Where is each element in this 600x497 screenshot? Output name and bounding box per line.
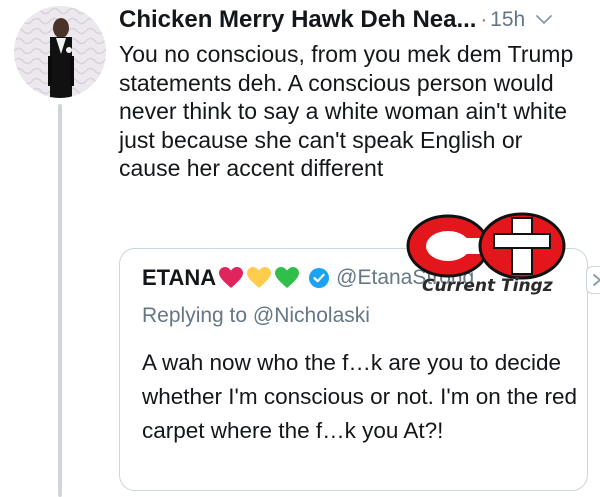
verified-badge-icon bbox=[308, 267, 330, 289]
emoji-hearts bbox=[218, 266, 302, 290]
separator-dot: · bbox=[480, 8, 488, 31]
avatar-image bbox=[14, 6, 106, 98]
chevron-down-icon[interactable] bbox=[535, 14, 553, 26]
quoted-display-name: ETANA bbox=[142, 265, 217, 290]
heart-icon bbox=[275, 267, 300, 288]
thread-line bbox=[58, 104, 62, 497]
watermark-label: Current Tingz bbox=[422, 276, 553, 296]
avatar[interactable] bbox=[14, 6, 106, 98]
timestamp[interactable]: 15h bbox=[490, 8, 525, 32]
heart-icon bbox=[219, 267, 244, 288]
watermark-logo: Current Tingz bbox=[404, 206, 574, 306]
heart-icon bbox=[247, 267, 272, 288]
tweet-text: You no conscious, from you mek dem Trump… bbox=[119, 41, 574, 181]
display-name[interactable]: Chicken Merry Hawk Deh Nea... bbox=[119, 6, 476, 34]
tweet-header: Chicken Merry Hawk Deh Nea... · 15h bbox=[119, 4, 590, 36]
chevron-right-icon bbox=[593, 274, 600, 286]
replying-to[interactable]: Replying to @Nicholaski bbox=[142, 304, 370, 328]
quoted-tweet-text: A wah now who the f…k are you to decide … bbox=[142, 350, 578, 443]
carousel-next-button[interactable] bbox=[586, 266, 600, 294]
ct-logo-icon bbox=[406, 212, 566, 280]
